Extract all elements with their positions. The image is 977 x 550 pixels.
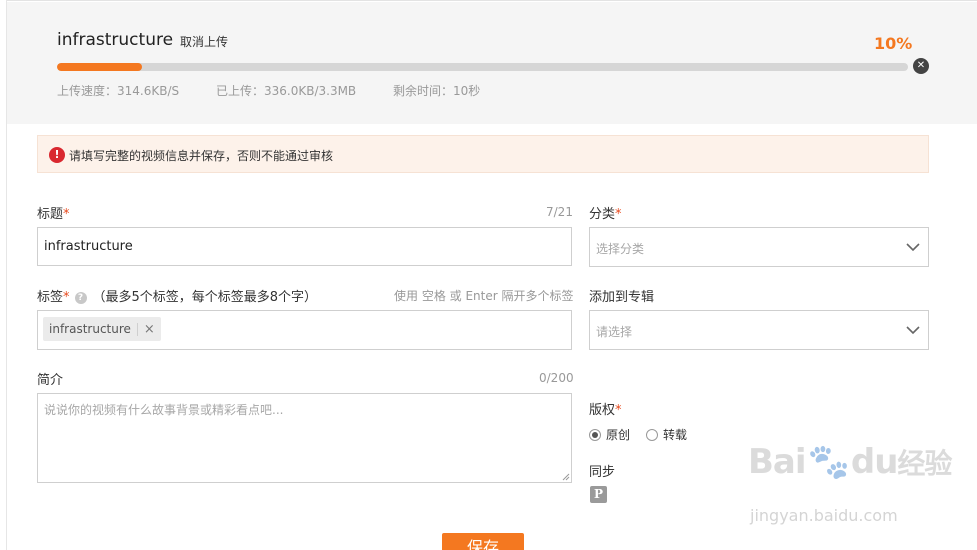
warning-text: 请填写完整的视频信息并保存，否则不能通过审核 (69, 149, 334, 163)
chevron-down-icon (906, 243, 920, 252)
required-mark: * (615, 207, 622, 222)
description-label: 简介 (37, 373, 64, 388)
title-input-value: infrastructure (44, 239, 133, 254)
title-counter: 7/21 (546, 205, 573, 219)
required-mark: * (63, 207, 70, 222)
paw-icon: 🐾 (807, 442, 850, 482)
warning-banner: ! 请填写完整的视频信息并保存，否则不能通过审核 (37, 135, 929, 173)
tags-label: 标签*? （最多5个标签，每个标签最多8个字） (37, 286, 317, 305)
watermark-logo: Bai🐾du经验 (748, 442, 952, 482)
upload-percent: 10% (874, 34, 913, 53)
category-select[interactable]: 选择分类 (589, 227, 929, 267)
upload-progress-panel: infrastructure 取消上传 10% ✕ 上传速度：314.6KB/S… (7, 2, 977, 124)
description-placeholder: 说说你的视频有什么故事背景或精彩看点吧... (44, 403, 284, 417)
tag-chip: infrastructure × (43, 317, 161, 341)
tags-input[interactable]: infrastructure × (37, 310, 572, 350)
sync-platform-icon[interactable]: P (590, 486, 607, 503)
tag-chip-label: infrastructure (49, 322, 131, 336)
title-label: 标题* (37, 203, 70, 222)
radio-unselected-icon (646, 428, 658, 441)
tags-note: （最多5个标签，每个标签最多8个字） (92, 290, 318, 305)
radio-original[interactable]: 原创 (589, 426, 630, 443)
tags-label-text: 标签 (37, 290, 64, 305)
category-label-text: 分类 (589, 207, 616, 222)
category-placeholder: 选择分类 (596, 242, 645, 256)
copyright-label: 版权* (589, 399, 622, 418)
error-icon: ! (49, 147, 65, 163)
tags-hint: 使用 空格 或 Enter 隔开多个标签 (394, 289, 574, 303)
upload-progress-bar (57, 63, 908, 71)
category-label: 分类* (589, 203, 622, 222)
required-mark: * (63, 290, 70, 305)
remaining-time: 剩余时间：10秒 (393, 84, 481, 98)
uploaded-size: 已上传：336.0KB/3.3MB (216, 84, 357, 98)
title-input[interactable]: infrastructure (37, 227, 572, 266)
chevron-down-icon (906, 326, 920, 335)
album-placeholder: 请选择 (596, 325, 633, 339)
frame-top-border (6, 0, 977, 1)
title-label-text: 标题 (37, 207, 64, 222)
baidu-jingyan-watermark: Bai🐾du经验 jingyan.baidu.com (748, 442, 952, 525)
upload-progress-fill (57, 63, 143, 71)
cancel-upload-link[interactable]: 取消上传 (180, 33, 228, 50)
album-label: 添加到专辑 (589, 290, 655, 305)
sync-label: 同步 (589, 465, 616, 480)
save-button[interactable]: 保存 (442, 533, 524, 550)
radio-original-label: 原创 (606, 428, 631, 442)
remove-tag-icon[interactable]: × (144, 322, 155, 337)
radio-selected-icon (589, 428, 601, 441)
close-upload-icon[interactable]: ✕ (913, 58, 929, 74)
description-counter: 0/200 (539, 371, 574, 385)
watermark-url: jingyan.baidu.com (750, 506, 898, 525)
radio-repost[interactable]: 转载 (646, 426, 687, 443)
copyright-label-text: 版权 (589, 403, 616, 418)
radio-repost-label: 转载 (663, 428, 688, 442)
upload-file-name: infrastructure (57, 30, 174, 50)
tag-divider (136, 322, 138, 336)
resize-handle-icon[interactable] (562, 473, 570, 481)
required-mark: * (615, 403, 622, 418)
help-icon[interactable]: ? (74, 292, 87, 304)
album-select[interactable]: 请选择 (589, 310, 929, 350)
description-textarea[interactable]: 说说你的视频有什么故事背景或精彩看点吧... (37, 393, 572, 483)
upload-speed: 上传速度：314.6KB/S (57, 84, 180, 98)
